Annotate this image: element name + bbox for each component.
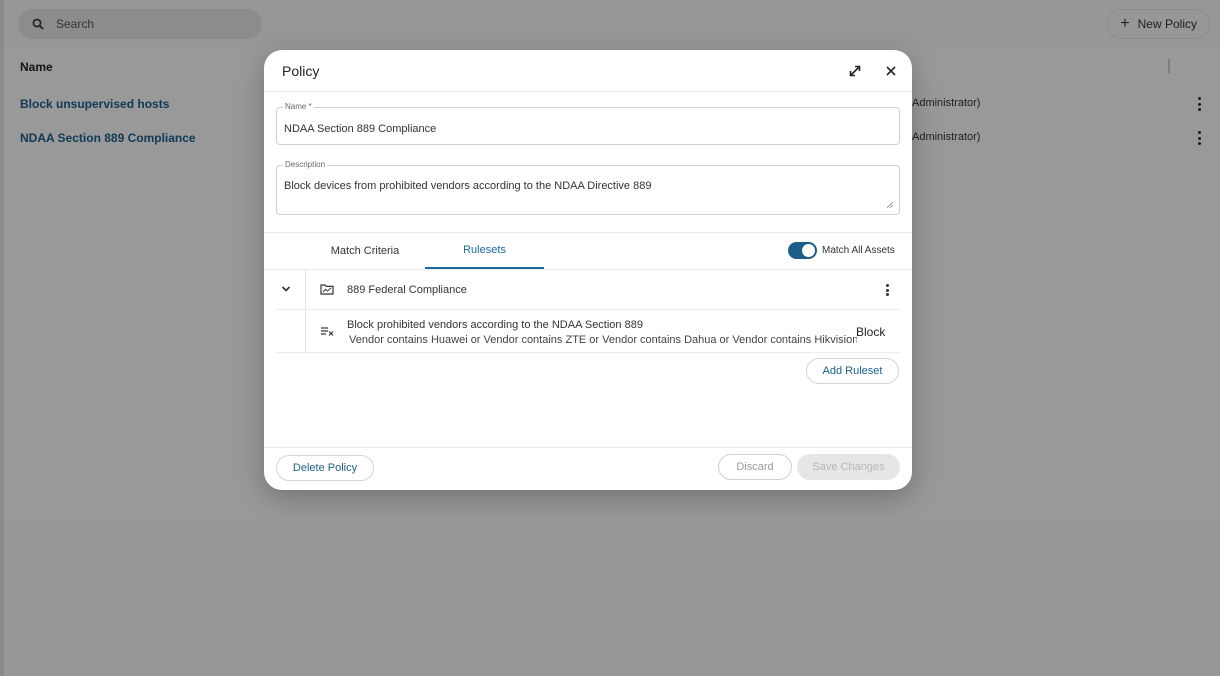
close-icon bbox=[886, 66, 896, 76]
rule-condition: Vendor contains Huawei or Vendor contain… bbox=[349, 334, 857, 346]
ruleset-name: 889 Federal Compliance bbox=[347, 284, 467, 296]
expand-icon bbox=[849, 65, 861, 77]
ruleset-header[interactable]: 889 Federal Compliance bbox=[276, 270, 900, 310]
ruleset-menu-icon[interactable] bbox=[880, 281, 894, 299]
footer-divider bbox=[264, 447, 912, 448]
discard-button[interactable]: Discard bbox=[718, 454, 792, 480]
chevron-down-icon[interactable] bbox=[279, 282, 293, 296]
tab-rulesets[interactable]: Rulesets bbox=[425, 233, 544, 269]
add-ruleset-button[interactable]: Add Ruleset bbox=[806, 358, 899, 384]
description-field-value[interactable]: Block devices from prohibited vendors ac… bbox=[284, 180, 651, 192]
folder-icon bbox=[320, 284, 334, 295]
description-field-label: Description bbox=[283, 160, 328, 169]
name-field-label: Name * bbox=[283, 102, 314, 111]
dialog-title: Policy bbox=[282, 63, 320, 79]
rule-name: Block prohibited vendors according to th… bbox=[347, 319, 643, 331]
rule-row[interactable]: Block prohibited vendors according to th… bbox=[276, 311, 900, 353]
policy-dialog: Policy Name * NDAA Section 889 Complianc… bbox=[264, 50, 912, 490]
policy-tabs: Match Criteria Rulesets Match All Assets bbox=[264, 233, 912, 269]
rule-action: Block bbox=[856, 325, 886, 339]
save-changes-button[interactable]: Save Changes bbox=[797, 454, 900, 480]
name-field[interactable]: Name * NDAA Section 889 Compliance bbox=[276, 102, 900, 145]
description-field[interactable]: Description Block devices from prohibite… bbox=[276, 160, 900, 215]
resize-handle-icon[interactable] bbox=[887, 202, 893, 208]
expand-button[interactable] bbox=[846, 62, 864, 80]
rule-list-icon bbox=[321, 327, 334, 336]
toggle-knob bbox=[802, 244, 815, 257]
close-button[interactable] bbox=[882, 62, 900, 80]
delete-policy-button[interactable]: Delete Policy bbox=[276, 455, 374, 481]
backdrop-edge bbox=[0, 0, 4, 676]
dialog-header: Policy bbox=[264, 50, 912, 92]
tab-match-criteria[interactable]: Match Criteria bbox=[310, 233, 420, 269]
match-all-assets-label: Match All Assets bbox=[822, 245, 895, 256]
ruleset-group: 889 Federal Compliance Block prohibited … bbox=[276, 270, 912, 354]
match-all-assets-toggle[interactable] bbox=[788, 242, 817, 259]
name-field-value[interactable]: NDAA Section 889 Compliance bbox=[284, 123, 436, 135]
